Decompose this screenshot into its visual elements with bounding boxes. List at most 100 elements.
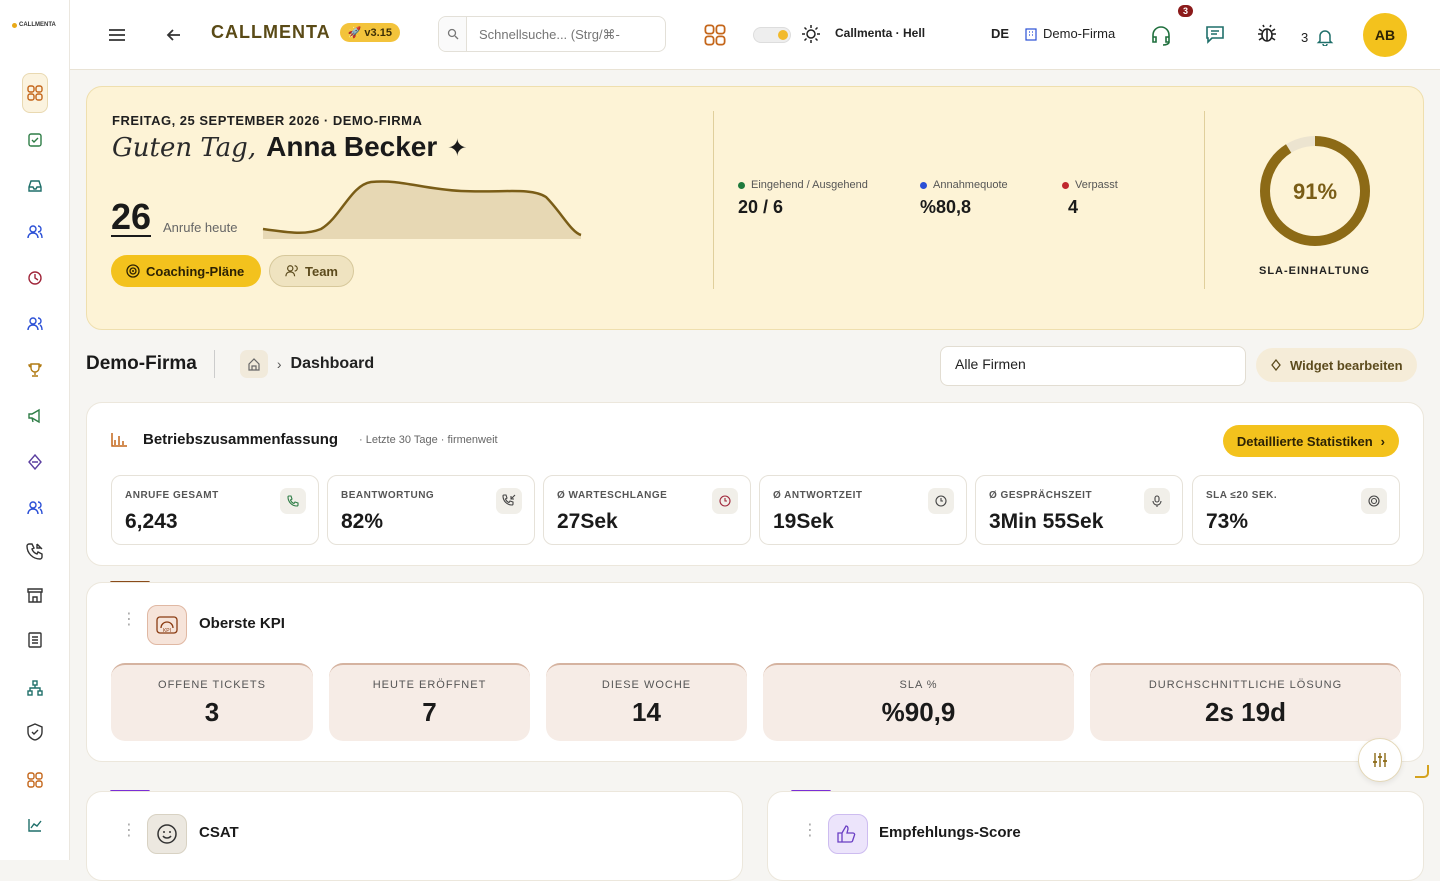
sla-ring: 91%: [1260, 136, 1370, 246]
sidebar-item-history[interactable]: [22, 265, 48, 291]
stat-label-inout: Eingehend / Ausgehend: [738, 179, 868, 191]
drag-handle[interactable]: ⋮: [802, 823, 818, 839]
thumbs-up-icon: [828, 814, 868, 854]
operations-summary-card: Betriebszusammenfassung · Letzte 30 Tage…: [86, 402, 1424, 566]
coaching-plans-button[interactable]: Coaching-Pläne: [111, 255, 261, 287]
app-logo[interactable]: CALLMENTA: [12, 22, 56, 28]
user-name: Anna Becker: [266, 131, 438, 162]
contacts-icon: [27, 501, 43, 515]
divider: [1204, 111, 1205, 289]
metric-label: SLA ≤20 SEK.: [1206, 490, 1278, 501]
logo-mark: [12, 22, 17, 28]
chevron-right-icon: ›: [1380, 433, 1385, 449]
hamburger-icon: [109, 29, 125, 41]
clock-icon: [28, 271, 42, 285]
edit-widget-button[interactable]: Widget bearbeiten: [1256, 348, 1417, 382]
bug-icon: [1258, 24, 1276, 42]
sidebar-item-org[interactable]: [22, 675, 48, 701]
notifications-button[interactable]: 3: [1301, 28, 1334, 46]
bell-icon: [1316, 30, 1334, 46]
company-filter-select[interactable]: Alle Firmen: [940, 346, 1246, 386]
sidebar-item-store[interactable]: [22, 582, 48, 608]
nps-title: Empfehlungs-Score: [879, 824, 1021, 841]
support-button[interactable]: [1150, 24, 1172, 46]
calls-today-value: 26: [111, 196, 152, 237]
drag-handle[interactable]: ⋮: [121, 612, 137, 628]
search-box[interactable]: [438, 16, 666, 52]
building-icon: [1025, 27, 1037, 41]
metric-value: 19Sek: [773, 510, 834, 533]
apps-button[interactable]: [704, 24, 726, 46]
stat-label-answer-rate: Annahmequote: [920, 179, 1008, 191]
kpi-value: 14: [632, 697, 661, 727]
sidebar-item-campaigns[interactable]: [22, 403, 48, 429]
kpi-value: 7: [422, 697, 437, 727]
calls-today-label: Anrufe heute: [163, 220, 238, 235]
sidebar-item-calls[interactable]: [22, 538, 48, 564]
sidebar-item-widgets[interactable]: [22, 767, 48, 793]
search-input[interactable]: [467, 18, 657, 50]
divider: [213, 350, 215, 378]
metric-value: 82%: [341, 510, 384, 533]
sidebar-item-users[interactable]: [22, 219, 48, 245]
calls-sparkline: [262, 180, 582, 239]
store-icon: [27, 588, 43, 603]
sidebar-item-security[interactable]: [22, 719, 48, 745]
language-switch[interactable]: DE: [991, 26, 1009, 41]
sidebar-item-contacts[interactable]: [22, 495, 48, 521]
chat-icon: [1206, 26, 1224, 44]
sun-icon: [801, 24, 821, 44]
incoming-call-icon: [496, 488, 522, 514]
kpi-open-tickets: OFFENE TICKETS 3: [111, 663, 313, 741]
smiley-icon: [147, 814, 187, 854]
sidebar-item-leaderboard[interactable]: [22, 357, 48, 383]
menu-button[interactable]: [106, 24, 128, 46]
kpi-opened-today: HEUTE ERÖFFNET 7: [329, 663, 530, 741]
drag-handle[interactable]: ⋮: [121, 823, 137, 839]
bug-report-button[interactable]: [1256, 22, 1278, 44]
sidebar-item-tasks[interactable]: [22, 127, 48, 153]
bar-chart-icon: [111, 433, 127, 447]
team-button[interactable]: Team: [269, 255, 354, 287]
metric-label: Ø WARTESCHLANGE: [557, 490, 668, 501]
blue-dot: [920, 181, 927, 189]
theme-toggle[interactable]: [753, 27, 791, 43]
version-badge: 🚀 v3.15: [339, 23, 400, 42]
metric-answer-rate: BEANTWORTUNG 82%: [327, 475, 535, 545]
dashboard-icon: [27, 85, 43, 101]
user-avatar[interactable]: AB: [1363, 13, 1407, 57]
widget-settings-button[interactable]: [1358, 738, 1402, 782]
welcome-hero: FREITAG, 25 SEPTEMBER 2026 · DEMO-FIRMA …: [86, 86, 1424, 330]
diamond-icon: [1271, 359, 1281, 371]
mic-icon: [1144, 488, 1170, 514]
back-button[interactable]: [164, 25, 184, 45]
sidebar-item-reports[interactable]: [22, 627, 48, 653]
sla-label: SLA-EINHALTUNG: [1259, 265, 1370, 277]
metric-answer-time: Ø ANTWORTZEIT 19Sek: [759, 475, 967, 545]
csat-title: CSAT: [199, 824, 239, 841]
sidebar-item-analytics[interactable]: [22, 812, 48, 838]
kpi-value: 2s 19d: [1205, 697, 1286, 727]
sidebar-item-dashboard[interactable]: [22, 73, 48, 113]
kpi-label: OFFENE TICKETS: [158, 679, 266, 691]
resize-handle-icon[interactable]: [1412, 764, 1430, 780]
inbox-icon: [28, 180, 42, 192]
hero-greeting: Guten Tag, Anna Becker ✦: [112, 131, 467, 163]
sidebar-item-integrations[interactable]: [22, 449, 48, 475]
logo-text: CALLMENTA: [19, 22, 56, 28]
messages-button[interactable]: [1204, 23, 1226, 45]
kpi-gauge-icon: KPI: [147, 605, 187, 645]
detailed-stats-label: Detaillierte Statistiken: [1236, 433, 1373, 449]
kpi-this-week: DIESE WOCHE 14: [546, 663, 747, 741]
divider: [713, 111, 714, 289]
sidebar-item-team[interactable]: [22, 311, 48, 337]
theme-label: Callmenta · Hell: [835, 26, 926, 40]
diamond-icon: [28, 454, 42, 470]
summary-subtitle: · Letzte 30 Tage · firmenweit: [359, 434, 498, 446]
company-selector[interactable]: Demo-Firma: [1025, 26, 1115, 41]
sidebar-item-inbox[interactable]: [22, 173, 48, 199]
home-button[interactable]: [239, 350, 268, 378]
detailed-stats-button[interactable]: Detaillierte Statistiken ›: [1222, 425, 1399, 457]
grid-icon: [27, 772, 43, 788]
support-badge: 3: [1178, 5, 1194, 17]
